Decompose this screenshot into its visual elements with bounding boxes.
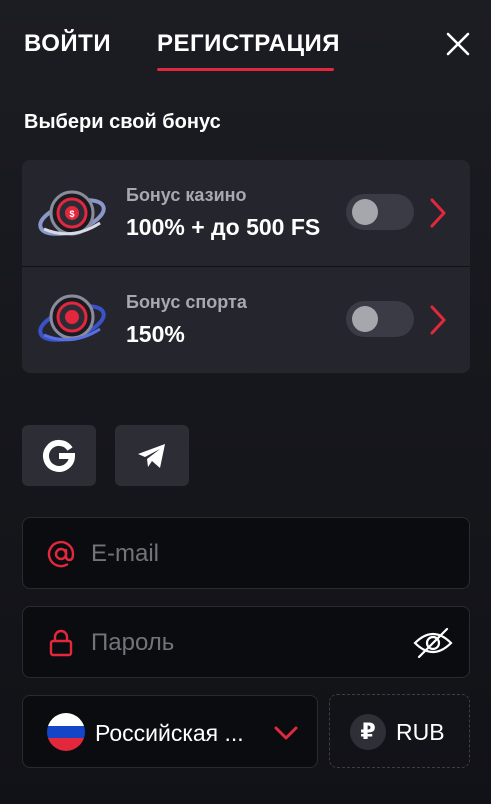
tab-login[interactable]: ВОЙТИ	[24, 30, 111, 58]
close-icon	[446, 32, 470, 56]
toggle-knob	[352, 199, 378, 225]
close-button[interactable]	[444, 30, 472, 58]
active-tab-indicator	[157, 68, 334, 71]
sport-bonus-logo	[38, 294, 106, 342]
casino-bonus-toggle[interactable]	[346, 194, 414, 230]
country-value: Российская ...	[95, 720, 244, 746]
russia-flag-icon	[47, 713, 85, 751]
country-select[interactable]: Российская ...	[22, 695, 318, 768]
currency-select[interactable]: ₽ RUB	[329, 694, 470, 768]
bonus-label: Бонус спорта	[126, 292, 247, 312]
email-placeholder: E-mail	[91, 540, 160, 567]
casino-bonus-logo: $	[38, 190, 106, 236]
chevron-right-icon[interactable]	[428, 197, 448, 229]
registration-panel: ВОЙТИ РЕГИСТРАЦИЯ Выбери свой бонус $ Бо…	[0, 0, 491, 804]
eye-off-icon[interactable]	[413, 627, 453, 659]
at-icon	[47, 540, 75, 568]
bonus-label: Бонус казино	[126, 185, 247, 205]
ruble-icon: ₽	[350, 714, 386, 750]
telegram-icon	[138, 443, 165, 468]
tab-register[interactable]: РЕГИСТРАЦИЯ	[157, 30, 340, 58]
chevron-right-icon[interactable]	[428, 304, 448, 336]
bonus-option-casino[interactable]: $ Бонус казино 100% + до 500 FS	[22, 160, 470, 266]
password-field[interactable]: Пароль	[22, 606, 470, 678]
toggle-knob	[352, 306, 378, 332]
currency-code: RUB	[396, 719, 445, 745]
sport-bonus-toggle[interactable]	[346, 301, 414, 337]
bonus-value: 150%	[126, 321, 185, 347]
bonus-value: 100% + до 500 FS	[126, 214, 321, 240]
lock-icon	[49, 629, 73, 657]
email-field[interactable]: E-mail	[22, 517, 470, 589]
google-login-button[interactable]	[22, 425, 96, 486]
chevron-down-icon	[274, 726, 298, 740]
google-icon	[43, 439, 76, 472]
telegram-login-button[interactable]	[115, 425, 189, 486]
bonus-selector: $ Бонус казино 100% + до 500 FS Бонус сп…	[22, 160, 470, 373]
password-placeholder: Пароль	[91, 629, 175, 656]
svg-text:$: $	[69, 209, 74, 219]
bonus-option-sport[interactable]: Бонус спорта 150%	[22, 267, 470, 373]
bonus-section-title: Выбери свой бонус	[24, 111, 221, 133]
